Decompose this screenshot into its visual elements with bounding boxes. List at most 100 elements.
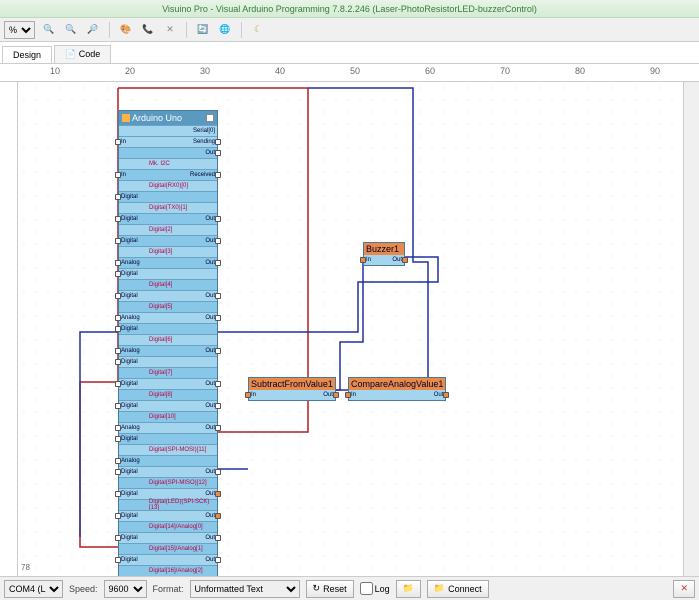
pin-row[interactable]: InSending: [119, 136, 217, 147]
pin-row[interactable]: DigitalOut: [119, 400, 217, 411]
call-icon[interactable]: 📞: [140, 22, 156, 38]
pin-out-port[interactable]: [215, 535, 221, 541]
pin-out-port[interactable]: [215, 139, 221, 145]
pin-out-port[interactable]: [215, 315, 221, 321]
pin-row[interactable]: DigitalOut: [119, 554, 217, 565]
refresh-icon[interactable]: 🔄: [195, 22, 211, 38]
out-port[interactable]: [333, 392, 339, 398]
pin-row[interactable]: Digital(LED)(SPI-SCK)[13]: [119, 499, 217, 510]
buzzer-node[interactable]: Buzzer1 In Out: [363, 242, 405, 266]
pin-row[interactable]: Digital[5]: [119, 301, 217, 312]
compare-node[interactable]: CompareAnalogValue1 In Out: [348, 377, 446, 401]
pin-out-port[interactable]: [215, 381, 221, 387]
pin-row[interactable]: Digital(TX0)[1]: [119, 202, 217, 213]
pin-out-port[interactable]: [215, 348, 221, 354]
pin-row[interactable]: DigitalOut: [119, 532, 217, 543]
pin-out-port[interactable]: [215, 403, 221, 409]
pin-row[interactable]: DigitalOut: [119, 213, 217, 224]
pin-in-port[interactable]: [115, 293, 121, 299]
zoom-out-icon[interactable]: 🔍: [63, 22, 79, 38]
pin-in-port[interactable]: [115, 557, 121, 563]
pin-row[interactable]: Mk. I2C: [119, 158, 217, 169]
pin-out-port[interactable]: [215, 425, 221, 431]
speed-select[interactable]: 9600: [104, 580, 147, 598]
pin-row[interactable]: DigitalOut: [119, 466, 217, 477]
pin-row[interactable]: Digital[2]: [119, 224, 217, 235]
pin-in-port[interactable]: [115, 194, 121, 200]
pin-in-port[interactable]: [115, 260, 121, 266]
pin-out-port[interactable]: [215, 491, 221, 497]
pin-row[interactable]: Digital[16]/Analog[2]: [119, 565, 217, 576]
pin-row[interactable]: DigitalOut: [119, 290, 217, 301]
zoom-in-icon[interactable]: 🔍: [41, 22, 57, 38]
pin-row[interactable]: AnalogOut: [119, 345, 217, 356]
comp-header[interactable]: SubtractFromValue1: [249, 378, 335, 390]
in-port[interactable]: [245, 392, 251, 398]
arduino-board-node[interactable]: Arduino Uno Serial[0] InSendingOutMk. I2…: [118, 110, 218, 576]
pin-in-port[interactable]: [115, 491, 121, 497]
out-port[interactable]: [443, 392, 449, 398]
board-header[interactable]: Arduino Uno: [119, 111, 217, 125]
comp-header[interactable]: CompareAnalogValue1: [349, 378, 445, 390]
pin-in-port[interactable]: [115, 238, 121, 244]
zoom-select[interactable]: %: [4, 21, 35, 39]
pin-row[interactable]: Digital[8]: [119, 389, 217, 400]
pin-out-port[interactable]: [215, 150, 221, 156]
pin-row[interactable]: Digital: [119, 323, 217, 334]
pin-out-port[interactable]: [215, 557, 221, 563]
pin-in-port[interactable]: [115, 139, 121, 145]
pin-in-port[interactable]: [115, 315, 121, 321]
pin-in-port[interactable]: [115, 381, 121, 387]
pin-out-port[interactable]: [215, 238, 221, 244]
format-select[interactable]: Unformatted Text: [190, 580, 300, 598]
pin-row[interactable]: InReceived: [119, 169, 217, 180]
pin-row[interactable]: DigitalOut: [119, 378, 217, 389]
pin-row[interactable]: Digital[4]: [119, 279, 217, 290]
pin-row[interactable]: Digital: [119, 191, 217, 202]
pin-in-port[interactable]: [115, 513, 121, 519]
pin-in-port[interactable]: [115, 216, 121, 222]
pin-row[interactable]: Digital(SPI-MISO)[12]: [119, 477, 217, 488]
pin-row[interactable]: AnalogOut: [119, 257, 217, 268]
pin-in-port[interactable]: [115, 348, 121, 354]
pin-out-port[interactable]: [215, 513, 221, 519]
pin-out-port[interactable]: [215, 260, 221, 266]
pin-in-port[interactable]: [115, 469, 121, 475]
pin-in-port[interactable]: [115, 326, 121, 332]
pin-row[interactable]: Digital[10]: [119, 411, 217, 422]
zoom-fit-icon[interactable]: 🔎: [85, 22, 101, 38]
pin-in-port[interactable]: [115, 172, 121, 178]
com-port-select[interactable]: COM4 (L: [4, 580, 63, 598]
pin-out-port[interactable]: [215, 172, 221, 178]
in-port[interactable]: [345, 392, 351, 398]
pin-row[interactable]: Out: [119, 147, 217, 158]
close-panel-button[interactable]: ✕: [673, 580, 695, 598]
board-menu-icon[interactable]: [206, 114, 214, 122]
vertical-scrollbar[interactable]: [683, 82, 699, 576]
connect-button[interactable]: 📁Connect: [427, 580, 489, 598]
pin-row[interactable]: Digital: [119, 433, 217, 444]
tab-code[interactable]: 📄 Code: [54, 45, 111, 63]
pin-row[interactable]: Digital[3]: [119, 246, 217, 257]
pin-out-port[interactable]: [215, 293, 221, 299]
pin-in-port[interactable]: [115, 535, 121, 541]
pin-row[interactable]: DigitalOut: [119, 235, 217, 246]
pin-row[interactable]: Digital: [119, 356, 217, 367]
pin-in-port[interactable]: [115, 436, 121, 442]
pin-in-port[interactable]: [115, 271, 121, 277]
pin-row[interactable]: Analog: [119, 455, 217, 466]
pin-row[interactable]: DigitalOut: [119, 510, 217, 521]
reset-button[interactable]: ↻Reset: [306, 580, 354, 598]
comp-header[interactable]: Buzzer1: [364, 243, 404, 255]
palette-icon[interactable]: 🎨: [118, 22, 134, 38]
pin-in-port[interactable]: [115, 458, 121, 464]
log-folder-button[interactable]: 📁: [396, 580, 421, 598]
subtract-node[interactable]: SubtractFromValue1 In Out: [248, 377, 336, 401]
pin-row[interactable]: Digital(RX0)[0]: [119, 180, 217, 191]
moon-icon[interactable]: ☾: [250, 22, 266, 38]
pin-row[interactable]: Digital[15]/Analog[1]: [119, 543, 217, 554]
pin-row[interactable]: Digital[7]: [119, 367, 217, 378]
out-port[interactable]: [402, 257, 408, 263]
pin-row[interactable]: DigitalOut: [119, 488, 217, 499]
pin-row[interactable]: AnalogOut: [119, 422, 217, 433]
